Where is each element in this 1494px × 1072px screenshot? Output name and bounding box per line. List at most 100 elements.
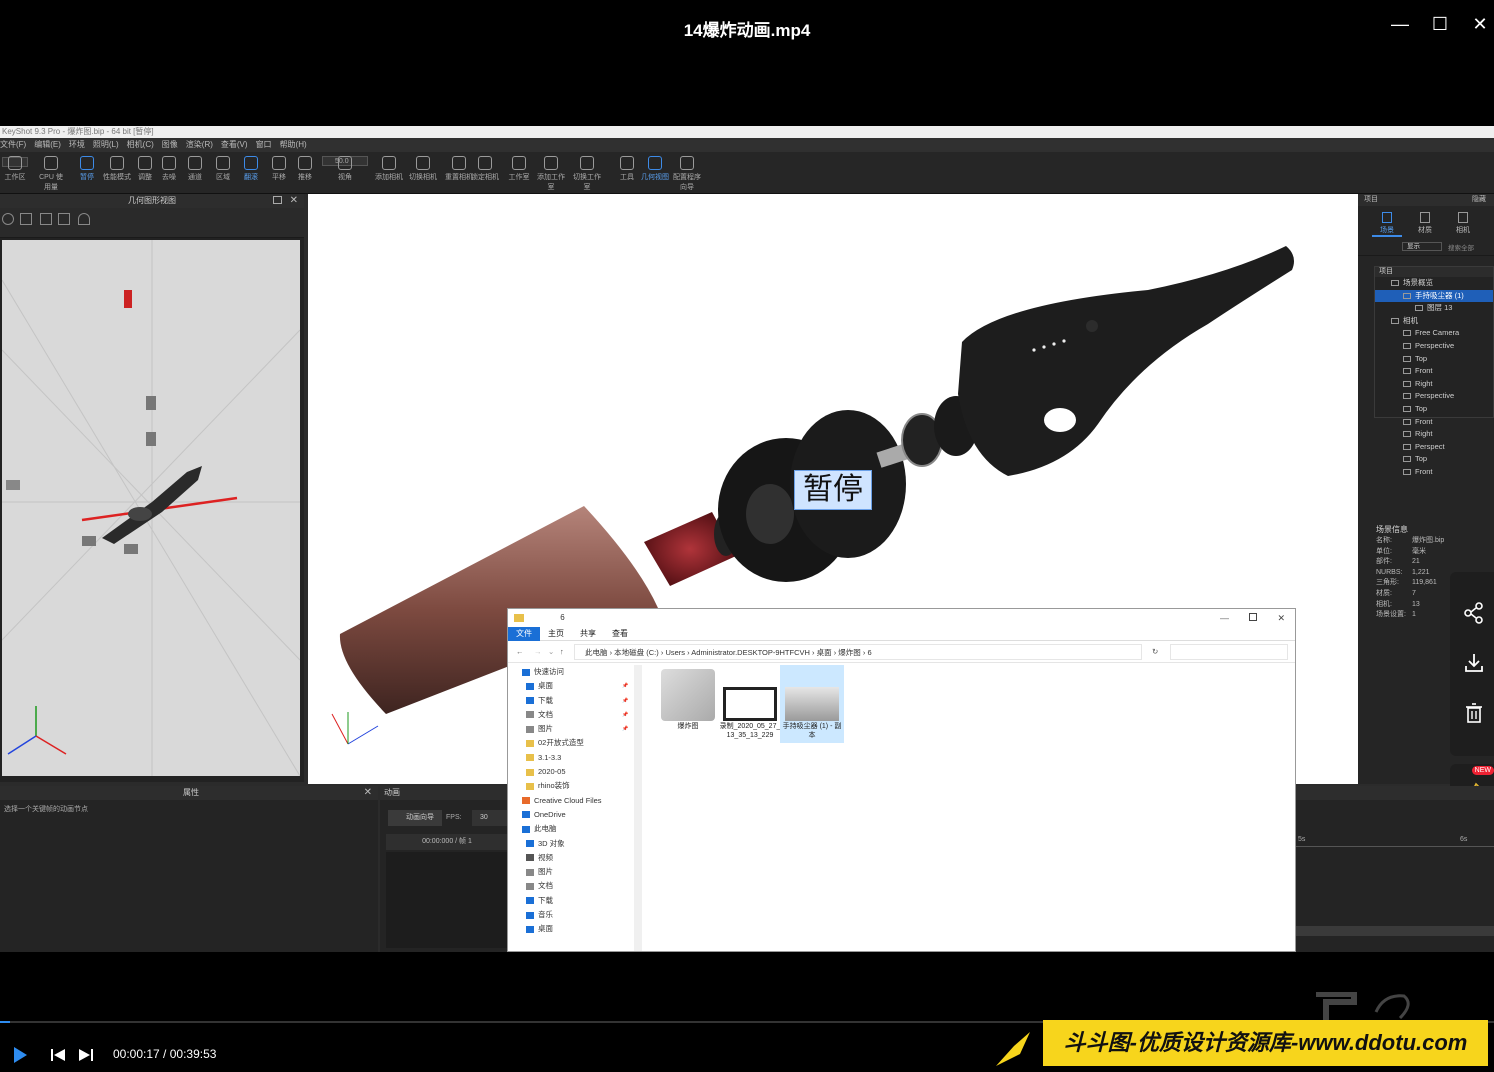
nav-item[interactable]: Creative Cloud Files xyxy=(508,794,642,808)
nav-item[interactable]: OneDrive xyxy=(508,808,642,822)
next-icon[interactable] xyxy=(78,1048,94,1062)
project-tab[interactable]: 相机 xyxy=(1448,212,1478,235)
axis-icon[interactable] xyxy=(78,213,90,225)
previous-icon[interactable] xyxy=(50,1048,66,1062)
explorer-tab[interactable]: 共享 xyxy=(572,627,604,641)
menu-item[interactable]: 环境 xyxy=(69,140,85,149)
scene-tree-item[interactable]: Free Camera xyxy=(1375,327,1493,340)
download-icon[interactable] xyxy=(1463,652,1485,674)
fps-input[interactable]: 30 xyxy=(472,810,512,826)
nav-item[interactable]: rhino装饰 xyxy=(508,779,642,793)
ribbon-button[interactable]: 切换工作室 xyxy=(572,156,602,192)
close-button[interactable]: ✕ xyxy=(1468,12,1492,36)
scene-tree-item[interactable]: Top xyxy=(1375,353,1493,366)
hide-panel-button[interactable]: 隐藏 xyxy=(1472,194,1486,206)
nav-item[interactable]: 音乐 xyxy=(508,908,642,922)
scene-tree-item[interactable]: Perspect xyxy=(1375,441,1493,454)
scene-tree-item[interactable]: Top xyxy=(1375,453,1493,466)
search-field[interactable]: 搜索全部 xyxy=(1448,242,1474,252)
explorer-maximize-button[interactable] xyxy=(1249,613,1257,621)
show-button[interactable]: 显示 xyxy=(1402,242,1442,251)
breadcrumb-segment[interactable]: 本地磁盘 (C:) xyxy=(614,648,659,657)
scene-tree-item[interactable]: Front xyxy=(1375,416,1493,429)
menu-item[interactable]: 帮助(H) xyxy=(280,140,307,149)
timeline-ruler[interactable] xyxy=(1296,846,1494,854)
breadcrumb-segment[interactable]: Users xyxy=(665,648,685,657)
float-panel-icon[interactable] xyxy=(273,196,282,204)
scene-tree-item[interactable]: Front xyxy=(1375,365,1493,378)
breadcrumb-segment[interactable]: 此电脑 xyxy=(585,648,608,657)
nav-item[interactable]: 3D 对象 xyxy=(508,837,642,851)
scene-tree-item[interactable]: Perspective xyxy=(1375,390,1493,403)
ribbon-button[interactable]: 性能模式 xyxy=(102,156,132,182)
nav-item[interactable]: 此电脑 xyxy=(508,822,642,836)
cube-icon[interactable] xyxy=(20,213,32,225)
explorer-tab[interactable]: 查看 xyxy=(604,627,636,641)
scene-tree-item[interactable]: Top xyxy=(1375,403,1493,416)
nav-item[interactable]: 下载 xyxy=(508,894,642,908)
video-frame[interactable]: KeyShot 9.3 Pro - 爆炸图.bip - 64 bit [暂停] … xyxy=(0,126,1494,952)
ribbon-button[interactable]: 切换相机 xyxy=(408,156,438,182)
scene-tree-item[interactable]: 相机 xyxy=(1375,315,1493,328)
share-icon[interactable] xyxy=(1463,602,1485,624)
refresh-icon[interactable]: ↻ xyxy=(1152,641,1158,663)
ribbon-button[interactable]: 通道 xyxy=(180,156,210,182)
menu-item[interactable]: 渲染(R) xyxy=(186,140,213,149)
nav-item[interactable]: 文档 📌 xyxy=(508,708,642,722)
scene-tree-item[interactable]: Right xyxy=(1375,378,1493,391)
scene-tree-item[interactable]: Perspective xyxy=(1375,340,1493,353)
pin-icon[interactable]: 📌 xyxy=(622,708,628,722)
close-icon[interactable]: ✕ xyxy=(290,195,298,206)
nav-item[interactable]: 桌面 xyxy=(508,922,642,936)
menu-item[interactable]: 窗口 xyxy=(256,140,272,149)
pin-icon[interactable]: 📌 xyxy=(622,722,628,736)
back-icon[interactable]: ← xyxy=(516,641,524,663)
settings-icon[interactable] xyxy=(2,213,14,225)
ribbon-button[interactable]: CPU 使用量 xyxy=(36,156,66,192)
menu-item[interactable]: 编辑(E) xyxy=(34,140,61,149)
nav-item[interactable]: 图片 📌 xyxy=(508,722,642,736)
geometry-viewport[interactable] xyxy=(2,240,300,776)
explorer-close-button[interactable]: ✕ xyxy=(1277,609,1285,627)
breadcrumb-segment[interactable]: Administrator.DESKTOP-9HTFCVH xyxy=(691,648,810,657)
nav-item[interactable]: 下载 📌 xyxy=(508,694,642,708)
camera-icon[interactable] xyxy=(40,213,52,225)
delete-icon[interactable] xyxy=(1464,702,1484,724)
ribbon-button[interactable]: 添加相机 xyxy=(374,156,404,182)
scene-tree-item[interactable]: 图层 13 xyxy=(1375,302,1493,315)
explorer-tab[interactable]: 文件 xyxy=(508,627,540,641)
breadcrumb-segment[interactable]: 6 xyxy=(867,648,871,657)
menu-item[interactable]: 照明(L) xyxy=(93,140,119,149)
scene-tree-item[interactable]: Right xyxy=(1375,428,1493,441)
maximize-button[interactable]: ☐ xyxy=(1428,12,1452,36)
nav-scrollbar[interactable] xyxy=(634,665,642,951)
ribbon-button[interactable]: 配置程序向导 xyxy=(672,156,702,192)
breadcrumb-segment[interactable]: 爆炸图 xyxy=(838,648,861,657)
ribbon-button[interactable]: 视角 xyxy=(330,156,360,182)
file-item[interactable]: 爆炸图 xyxy=(656,669,720,732)
menu-item[interactable]: 图像 xyxy=(162,140,178,149)
project-tab[interactable]: 场景 xyxy=(1372,212,1402,237)
menu-item[interactable]: 文件(F) xyxy=(0,140,26,149)
ribbon-button[interactable]: 工作室 xyxy=(504,156,534,182)
timeline-scrollbar[interactable] xyxy=(1296,926,1494,936)
nav-item[interactable]: 图片 xyxy=(508,865,642,879)
scene-tree-item[interactable]: Front xyxy=(1375,466,1493,479)
close-icon[interactable]: ✕ xyxy=(364,787,372,798)
ribbon-button[interactable]: 锁定相机 xyxy=(470,156,500,182)
nav-item[interactable]: 桌面 📌 xyxy=(508,679,642,693)
explorer-minimize-button[interactable]: — xyxy=(1220,609,1229,627)
explorer-search-input[interactable] xyxy=(1170,644,1288,660)
pin-icon[interactable]: 📌 xyxy=(622,679,628,693)
ribbon-button[interactable]: 添加工作室 xyxy=(536,156,566,192)
breadcrumb-segment[interactable]: 桌面 xyxy=(817,648,832,657)
ribbon-button[interactable]: 几何视图 xyxy=(640,156,670,182)
minimize-button[interactable]: — xyxy=(1388,12,1412,36)
file-item[interactable]: 录制_2020_05_27_13_35_13_229 xyxy=(718,669,782,740)
ribbon-button[interactable]: 区域 xyxy=(208,156,238,182)
ribbon-button[interactable]: 推移 xyxy=(290,156,320,182)
grid-icon[interactable] xyxy=(58,213,70,225)
nav-item[interactable]: 视频 xyxy=(508,851,642,865)
pin-icon[interactable]: 📌 xyxy=(622,694,628,708)
nav-item[interactable]: 快速访问 xyxy=(508,665,642,679)
